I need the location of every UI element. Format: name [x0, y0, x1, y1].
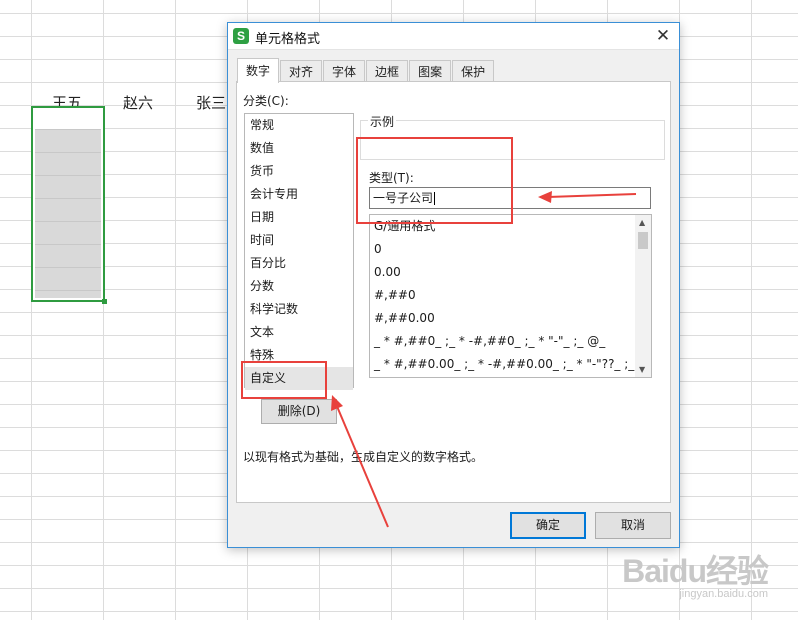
- category-item-date[interactable]: 日期: [245, 206, 353, 229]
- fill-handle[interactable]: [102, 299, 107, 304]
- format-item[interactable]: _ * #,##0_ ;_ * -#,##0_ ;_ * "-"_ ;_ @_: [370, 330, 651, 353]
- category-item-general[interactable]: 常规: [245, 114, 353, 137]
- watermark-logo: Baidu经验: [622, 553, 769, 589]
- category-item-number[interactable]: 数值: [245, 137, 353, 160]
- scroll-down-icon[interactable]: ▼: [639, 365, 645, 374]
- category-item-fraction[interactable]: 分数: [245, 275, 353, 298]
- wps-app-icon: S: [233, 28, 249, 44]
- format-item[interactable]: 0: [370, 238, 651, 261]
- annotation-box-custom: [241, 361, 327, 399]
- cell-zhangsan[interactable]: 张三: [196, 92, 226, 113]
- sample-label: 示例: [368, 113, 397, 130]
- tab-protection[interactable]: 保护: [452, 60, 495, 82]
- tab-border[interactable]: 边框: [366, 60, 409, 82]
- format-item[interactable]: #,##0: [370, 284, 651, 307]
- format-code-list[interactable]: G/通用格式 0 0.00 #,##0 #,##0.00 _ * #,##0_ …: [369, 214, 652, 378]
- category-item-percentage[interactable]: 百分比: [245, 252, 353, 275]
- category-list[interactable]: 常规 数值 货币 会计专用 日期 时间 百分比 分数 科学记数 文本 特殊 自定…: [244, 113, 354, 390]
- tab-number[interactable]: 数字: [237, 58, 280, 83]
- cell-zhaoliu[interactable]: 赵六: [123, 92, 153, 113]
- category-label: 分类(C):: [243, 94, 289, 108]
- format-item[interactable]: 0.00: [370, 261, 651, 284]
- ok-button[interactable]: 确定: [510, 512, 586, 539]
- category-item-time[interactable]: 时间: [245, 229, 353, 252]
- selected-range-fill: [35, 129, 101, 298]
- delete-button[interactable]: 删除(D): [261, 399, 337, 424]
- selected-cell-range[interactable]: [31, 106, 107, 304]
- format-item[interactable]: _ * #,##0.00_ ;_ * -#,##0.00_ ;_ * "-"??…: [370, 353, 651, 376]
- tab-bar: 数字 对齐 字体 边框 图案 保护: [237, 58, 495, 83]
- cancel-button[interactable]: 取消: [595, 512, 671, 539]
- tab-font[interactable]: 字体: [323, 60, 366, 82]
- scroll-up-icon[interactable]: ▲: [639, 218, 645, 227]
- format-cells-dialog: S 单元格格式 ✕ 数字 对齐 字体 边框 图案 保护 分类(C): 常规 数值…: [227, 22, 680, 548]
- hint-text: 以现有格式为基础，生成自定义的数字格式。: [243, 450, 484, 464]
- scroll-thumb[interactable]: [638, 232, 648, 249]
- category-item-text[interactable]: 文本: [245, 321, 353, 344]
- tab-alignment[interactable]: 对齐: [280, 60, 323, 82]
- annotation-box-type: [356, 137, 513, 224]
- format-list-scrollbar[interactable]: ▲ ▼: [635, 215, 651, 377]
- dialog-title: 单元格格式: [255, 32, 321, 47]
- category-item-currency[interactable]: 货币: [245, 160, 353, 183]
- category-item-accounting[interactable]: 会计专用: [245, 183, 353, 206]
- dialog-titlebar[interactable]: S 单元格格式 ✕: [228, 23, 679, 50]
- format-item[interactable]: #,##0.00: [370, 307, 651, 330]
- category-item-scientific[interactable]: 科学记数: [245, 298, 353, 321]
- close-icon[interactable]: ✕: [647, 23, 679, 49]
- tab-pattern[interactable]: 图案: [409, 60, 452, 82]
- baidu-watermark: Baidu经验 jingyan.baidu.com: [622, 546, 769, 600]
